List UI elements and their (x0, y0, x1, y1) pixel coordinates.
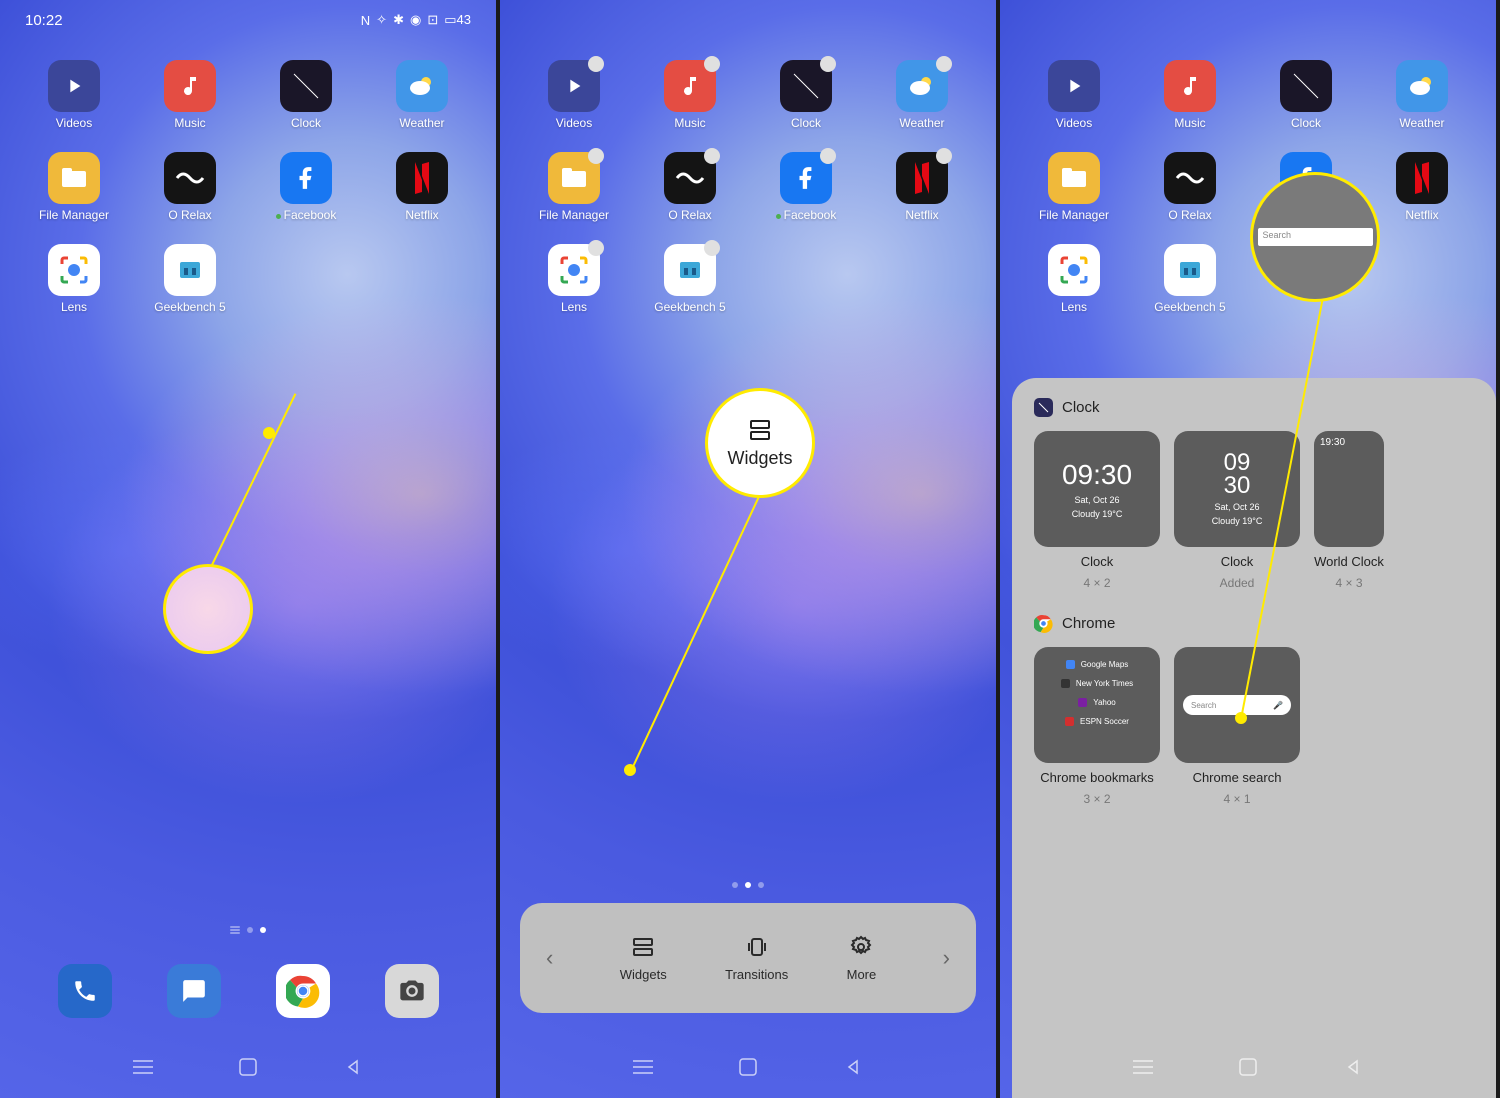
phone-screen-3: Videos Music Clock Weather File Manager … (1000, 0, 1500, 1098)
app-weather[interactable]: Weather (1368, 60, 1476, 130)
app-facebook[interactable]: Facebook (1252, 152, 1360, 222)
more-icon (849, 935, 873, 959)
app-videos[interactable]: Videos (1020, 60, 1128, 130)
app-filemanager[interactable]: File Manager (520, 152, 628, 222)
app-videos[interactable]: Videos (20, 60, 128, 130)
app-netflix[interactable]: Netflix (368, 152, 476, 222)
highlight-longpress (163, 564, 253, 654)
page-indicator (230, 927, 266, 933)
app-grid: Videos Music Clock Weather File Manager … (1000, 60, 1496, 314)
page-indicator (732, 882, 764, 888)
edit-panel: ‹ Widgets Transitions More › (520, 903, 976, 1013)
panel-transitions[interactable]: Transitions (725, 935, 788, 982)
highlight-dot (263, 427, 275, 439)
nav-recent[interactable] (630, 1054, 656, 1080)
nav-bar (1000, 1054, 1496, 1080)
panel-widgets[interactable]: Widgets (620, 935, 667, 982)
widget-section-clock: Clock (1034, 398, 1474, 417)
app-weather[interactable]: Weather (868, 60, 976, 130)
app-geekbench[interactable]: Geekbench 5 (1136, 244, 1244, 314)
app-grid-edit: Videos Music Clock Weather File Manager … (500, 60, 996, 314)
nfc-icon: N (361, 13, 370, 28)
chrome-widgets-row: Google Maps New York Times Yahoo ESPN So… (1034, 647, 1474, 806)
nav-back[interactable] (1340, 1054, 1366, 1080)
dock-chrome[interactable] (276, 964, 330, 1018)
app-facebook[interactable]: Facebook (252, 152, 360, 222)
app-orelax[interactable]: O Relax (1136, 152, 1244, 222)
transitions-icon (745, 935, 769, 959)
panel-next[interactable]: › (935, 937, 958, 979)
app-clock[interactable]: Clock (1252, 60, 1360, 130)
widget-world-clock[interactable]: 19:30 World Clock 4 × 3 (1314, 431, 1384, 590)
app-grid: Videos Music Clock Weather File Manager … (0, 60, 496, 314)
nav-bar (500, 1054, 996, 1080)
phone-screen-1: 10:22 N ✧ ✱ ◉ ⊡ ▭43 Videos Music Clock W… (0, 0, 500, 1098)
app-weather[interactable]: Weather (368, 60, 476, 130)
app-netflix[interactable]: Netflix (1368, 152, 1476, 222)
widget-clock-1[interactable]: 09:30Sat, Oct 26Cloudy 19°C Clock 4 × 2 (1034, 431, 1160, 590)
widgets-icon (631, 935, 655, 959)
nav-home[interactable] (1235, 1054, 1261, 1080)
highlight-line (209, 393, 296, 569)
phone-screen-2: Videos Music Clock Weather File Manager … (500, 0, 1000, 1098)
nav-back[interactable] (840, 1054, 866, 1080)
app-lens[interactable]: Lens (520, 244, 628, 314)
app-clock[interactable]: Clock (252, 60, 360, 130)
panel-more[interactable]: More (847, 935, 877, 982)
app-filemanager[interactable]: File Manager (1020, 152, 1128, 222)
app-netflix[interactable]: Netflix (868, 152, 976, 222)
dock-messages[interactable] (167, 964, 221, 1018)
app-music[interactable]: Music (1136, 60, 1244, 130)
app-facebook[interactable]: Facebook (752, 152, 860, 222)
dock (0, 964, 496, 1018)
widget-clock-2[interactable]: 0930Sat, Oct 26Cloudy 19°C Clock Added (1174, 431, 1300, 590)
app-filemanager[interactable]: File Manager (20, 152, 128, 222)
dock-phone[interactable] (58, 964, 112, 1018)
highlight-widgets-bubble: Widgets (705, 388, 815, 498)
app-geekbench[interactable]: Geekbench 5 (136, 244, 244, 314)
app-lens[interactable]: Lens (1020, 244, 1128, 314)
app-orelax[interactable]: O Relax (636, 152, 744, 222)
nav-home[interactable] (235, 1054, 261, 1080)
nav-home[interactable] (735, 1054, 761, 1080)
app-videos[interactable]: Videos (520, 60, 628, 130)
chrome-section-icon (1034, 614, 1053, 633)
widget-chrome-bookmarks[interactable]: Google Maps New York Times Yahoo ESPN So… (1034, 647, 1160, 806)
clock-widgets-row: 09:30Sat, Oct 26Cloudy 19°C Clock 4 × 2 … (1034, 431, 1474, 590)
mic-icon: 🎤 (1273, 701, 1283, 710)
nav-recent[interactable] (130, 1054, 156, 1080)
clock-section-icon (1034, 398, 1053, 417)
status-bar: 10:22 N ✧ ✱ ◉ ⊡ ▭43 (0, 0, 496, 40)
widget-picker[interactable]: Clock 09:30Sat, Oct 26Cloudy 19°C Clock … (1012, 378, 1496, 1098)
app-music[interactable]: Music (136, 60, 244, 130)
app-music[interactable]: Music (636, 60, 744, 130)
signal-icon: ⊡ (427, 12, 438, 28)
widget-chrome-search[interactable]: Search🎤 Chrome search 4 × 1 (1174, 647, 1300, 806)
app-orelax[interactable]: O Relax (136, 152, 244, 222)
highlight-line (630, 440, 786, 772)
widget-section-chrome: Chrome (1034, 614, 1474, 633)
wifi-icon: ◉ (410, 12, 421, 28)
highlight-dot (624, 764, 636, 776)
bluetooth-icon: ✱ (393, 12, 404, 28)
nav-bar (0, 1054, 496, 1080)
battery-icon: ▭43 (444, 12, 471, 28)
status-time: 10:22 (25, 12, 63, 29)
dock-camera[interactable] (385, 964, 439, 1018)
app-geekbench[interactable]: Geekbench 5 (636, 244, 744, 314)
nav-back[interactable] (340, 1054, 366, 1080)
vibrate-icon: ✧ (376, 12, 387, 28)
status-icons: N ✧ ✱ ◉ ⊡ ▭43 (361, 12, 471, 28)
app-clock[interactable]: Clock (752, 60, 860, 130)
app-lens[interactable]: Lens (20, 244, 128, 314)
nav-recent[interactable] (1130, 1054, 1156, 1080)
panel-prev[interactable]: ‹ (538, 937, 561, 979)
